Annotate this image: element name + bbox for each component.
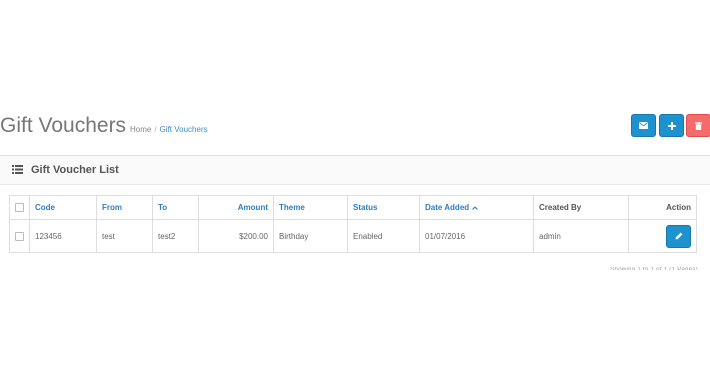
breadcrumb-current-link[interactable]: Gift Vouchers xyxy=(160,125,208,134)
panel-heading: Gift Voucher List xyxy=(0,156,710,185)
panel-title: Gift Voucher List xyxy=(31,164,119,176)
page: Gift Vouchers Home / Gift Vouchers Gift … xyxy=(0,0,710,380)
voucher-list-panel: Gift Voucher List Code From To Amount Th… xyxy=(0,155,710,269)
send-voucher-button[interactable] xyxy=(631,114,656,137)
column-header-created-by: Created By xyxy=(533,195,629,220)
cell-to: test2 xyxy=(152,219,199,253)
cell-amount: $200.00 xyxy=(198,219,274,253)
pagination-summary: Showing 1 to 1 of 1 (1 Pages) xyxy=(610,267,698,270)
table-header-row: Code From To Amount Theme Status Date Ad… xyxy=(9,195,697,220)
row-select-cell xyxy=(9,219,30,253)
cell-code: 123456 xyxy=(29,219,97,253)
pencil-icon xyxy=(675,232,682,240)
column-header-code[interactable]: Code xyxy=(29,195,97,220)
row-checkbox[interactable] xyxy=(15,231,24,241)
cell-date-added: 01/07/2016 xyxy=(419,219,534,253)
page-title: Gift Vouchers xyxy=(0,114,127,137)
delete-voucher-button[interactable] xyxy=(686,114,710,137)
select-all-cell xyxy=(9,195,30,220)
column-header-action: Action xyxy=(628,195,697,220)
plus-icon xyxy=(667,121,676,130)
column-header-from[interactable]: From xyxy=(96,195,153,220)
breadcrumb-home-link[interactable]: Home xyxy=(130,125,151,134)
cell-created-by: admin xyxy=(533,219,629,253)
caret-up-icon xyxy=(472,206,479,210)
column-header-status[interactable]: Status xyxy=(347,195,420,220)
add-voucher-button[interactable] xyxy=(659,114,684,137)
edit-voucher-button[interactable] xyxy=(666,224,691,248)
breadcrumb: Home / Gift Vouchers xyxy=(130,124,208,136)
table-row: 123456 test test2 $200.00 Birthday Enabl… xyxy=(9,219,697,253)
trash-icon xyxy=(695,121,702,130)
list-icon xyxy=(12,165,23,174)
cell-status: Enabled xyxy=(347,219,420,253)
column-header-amount[interactable]: Amount xyxy=(198,195,274,220)
page-header: Gift Vouchers Home / Gift Vouchers xyxy=(0,112,710,142)
voucher-table: Code From To Amount Theme Status Date Ad… xyxy=(9,195,697,253)
breadcrumb-separator: / xyxy=(154,125,157,134)
cell-from: test xyxy=(96,219,153,253)
cell-action xyxy=(628,219,697,253)
column-header-date-added-label: Date Added xyxy=(425,203,470,212)
envelope-icon xyxy=(639,122,648,129)
column-header-date-added[interactable]: Date Added xyxy=(419,195,534,220)
cell-theme: Birthday xyxy=(273,219,348,253)
column-header-theme[interactable]: Theme xyxy=(273,195,348,220)
column-header-to[interactable]: To xyxy=(152,195,199,220)
select-all-checkbox[interactable] xyxy=(15,203,24,213)
